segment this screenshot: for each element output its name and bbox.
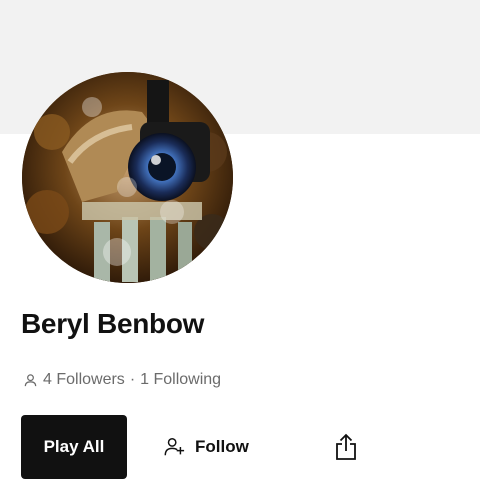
- following-link[interactable]: 1 Following: [140, 371, 221, 389]
- share-icon: [334, 433, 358, 461]
- artist-name: Beryl Benbow: [21, 308, 205, 339]
- follow-label: Follow: [195, 437, 249, 456]
- action-bar: Play All Follow: [21, 415, 359, 479]
- followers-link[interactable]: 4 Followers: [43, 371, 125, 389]
- avatar: [22, 72, 233, 283]
- stats-separator: ·: [129, 371, 136, 388]
- person-add-icon: [163, 436, 185, 458]
- follow-stats: 4 Followers · 1 Following: [23, 368, 221, 392]
- play-all-button[interactable]: Play All: [21, 415, 127, 479]
- follow-button[interactable]: Follow: [163, 415, 249, 479]
- profile-page: Beryl Benbow 4 Followers · 1 Following P…: [0, 0, 480, 493]
- avatar-image: [22, 72, 233, 283]
- person-icon: [23, 373, 38, 388]
- share-button[interactable]: [333, 432, 359, 462]
